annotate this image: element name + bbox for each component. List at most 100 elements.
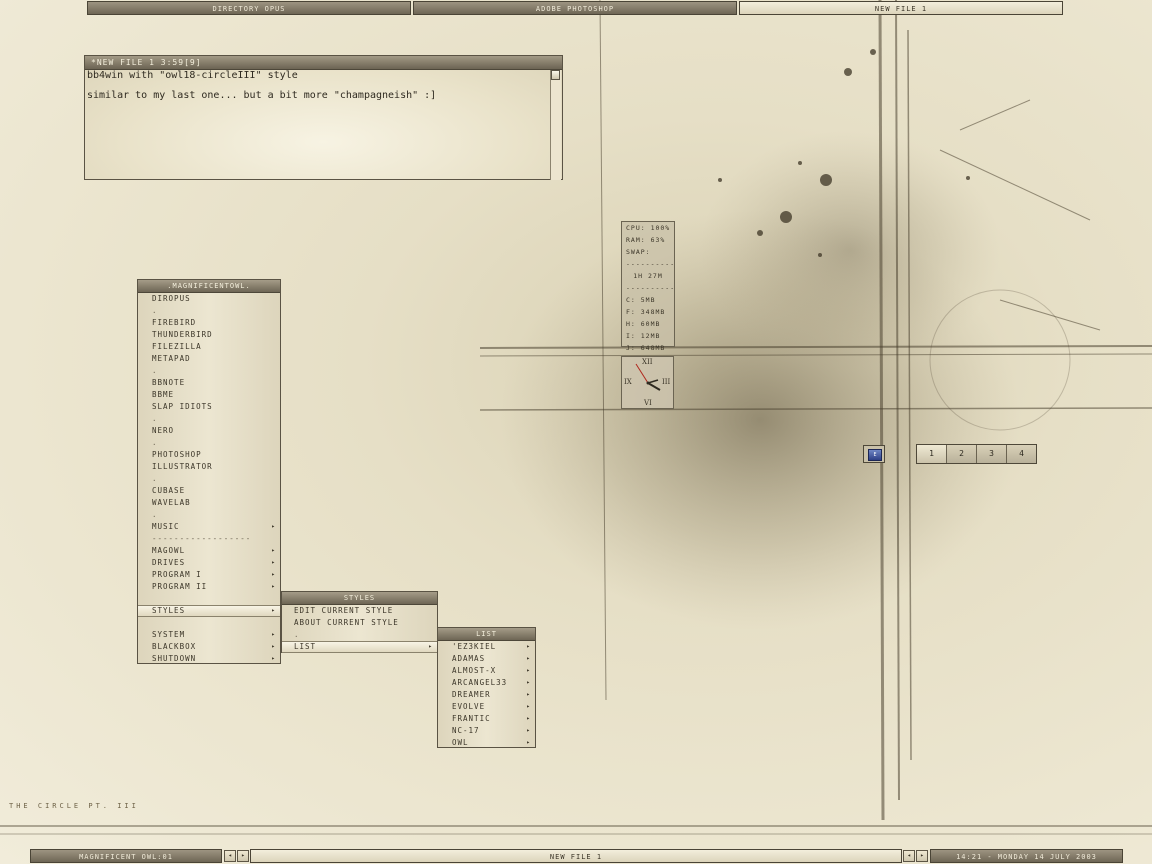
menu-item-label: FIREBIRD (152, 318, 197, 327)
drive-c-free: C: 5MB (626, 296, 656, 304)
drive-j-free: J: 648MB (626, 344, 666, 352)
menu-separator: . (138, 413, 280, 425)
menu-item-system[interactable]: SYSTEM ▸ (138, 629, 280, 641)
menu-item-nc-17[interactable]: NC-17 ▸ (438, 725, 535, 737)
menu-item-bbme[interactable]: BBME (138, 389, 280, 401)
menu-item-label: THUNDERBIRD (152, 330, 213, 339)
submenu-arrow-icon: ▸ (526, 643, 531, 650)
menu-item-adamas[interactable]: ADAMAS ▸ (438, 653, 535, 665)
menu-item-dreamer[interactable]: DREAMER ▸ (438, 689, 535, 701)
menu-item-evolve[interactable]: EVOLVE ▸ (438, 701, 535, 713)
menu-item-shutdown[interactable]: SHUTDOWN ▸ (138, 653, 280, 665)
current-task-label[interactable]: NEW FILE 1 (250, 849, 902, 863)
task-prev-button[interactable]: ◂ (903, 850, 915, 862)
menu-separator: . (294, 630, 300, 639)
menu-item-label: BBME (152, 390, 175, 399)
menu-item-label: CUBASE (152, 486, 186, 495)
submenu-arrow-icon: ▸ (526, 679, 531, 686)
menu-item-frantic[interactable]: FRANTIC ▸ (438, 713, 535, 725)
menu-item-diropus[interactable]: DIROPUS (138, 293, 280, 305)
menu-item-nero[interactable]: NERO (138, 425, 280, 437)
menu-item-label: DRIVES (152, 558, 186, 567)
task-new-file-1[interactable]: NEW FILE 1 (739, 1, 1063, 15)
submenu-arrow-icon: ▸ (526, 655, 531, 662)
submenu-arrow-icon: ▸ (526, 715, 531, 722)
menu-item-list[interactable]: LIST ▸ (282, 641, 437, 653)
workspace-prev-button[interactable]: ◂ (224, 850, 236, 862)
uptime: 1H 27M (633, 272, 663, 280)
workspace-next-button[interactable]: ▸ (237, 850, 249, 862)
menu-item-ez3kiel[interactable]: 'EZ3KIEL ▸ (438, 641, 535, 653)
workspace-label[interactable]: MAGNIFICENT OWL:01 (30, 849, 222, 863)
submenu-arrow-icon: ▸ (526, 667, 531, 674)
menu-item-drives[interactable]: DRIVES ▸ (138, 557, 280, 569)
main-menu-title[interactable]: .MAGNIFICENTOWL. (138, 280, 280, 293)
menu-item-label: ARCANGEL33 (452, 678, 508, 687)
menu-item-label: DREAMER (452, 690, 491, 699)
menu-item-music[interactable]: MUSIC ▸ (138, 521, 280, 533)
menu-item-label: PROGRAM I (152, 570, 202, 579)
menu-item-almost-x[interactable]: ALMOST-X ▸ (438, 665, 535, 677)
submenu-arrow-icon: ▸ (271, 643, 276, 650)
menu-item-metapad[interactable]: METAPAD (138, 353, 280, 365)
pager-desktop-3[interactable]: 3 (977, 445, 1007, 463)
menu-item-label: ALMOST-X (452, 666, 497, 675)
menu-item-label: NERO (152, 426, 175, 435)
pager-desktop-1[interactable]: 1 (917, 445, 947, 463)
menu-item-edit-current-style[interactable]: EDIT CURRENT STYLE (282, 605, 437, 617)
scroll-thumb[interactable] (551, 70, 560, 80)
task-next-button[interactable]: ▸ (916, 850, 928, 862)
menu-item-owl[interactable]: OWL ▸ (438, 737, 535, 749)
menu-item-blackbox[interactable]: BLACKBOX ▸ (138, 641, 280, 653)
menu-item-firebird[interactable]: FIREBIRD (138, 317, 280, 329)
menu-item-magowl[interactable]: MAGOWL ▸ (138, 545, 280, 557)
systray-app-icon[interactable]: E (868, 449, 882, 461)
systray: E (863, 445, 885, 463)
toolbar-clock[interactable]: 14:21 - MONDAY 14 JULY 2003 (930, 849, 1123, 863)
task-directory-opus[interactable]: DIRECTORY OPUS (87, 1, 411, 15)
menu-item-label: SYSTEM (152, 630, 186, 639)
menu-item-label: ADAMAS (452, 654, 486, 663)
bbnote-window[interactable]: *NEW FILE 1 3:59[9] bb4win with "owl18-c… (84, 55, 563, 180)
menu-item-wavelab[interactable]: WAVELAB (138, 497, 280, 509)
menu-item-label: WAVELAB (152, 498, 191, 507)
menu-separator: ------------------ (138, 533, 280, 545)
submenu-arrow-icon: ▸ (271, 523, 276, 530)
menu-item-photoshop[interactable]: PHOTOSHOP (138, 449, 280, 461)
note-scrollbar[interactable] (550, 70, 561, 180)
menu-item-styles[interactable]: STYLES ▸ (138, 605, 280, 617)
menu-item-label: ILLUSTRATOR (152, 462, 213, 471)
menu-item-label: METAPAD (152, 354, 191, 363)
ram-usage: RAM: 63% (626, 236, 666, 244)
separator: ---------- (626, 284, 676, 292)
menu-item-arcangel33[interactable]: ARCANGEL33 ▸ (438, 677, 535, 689)
menu-item-illustrator[interactable]: ILLUSTRATOR (138, 461, 280, 473)
pager-desktop-4[interactable]: 4 (1007, 445, 1036, 463)
menu-item-filezilla[interactable]: FILEZILLA (138, 341, 280, 353)
note-line[interactable]: bb4win with "owl18-circleIII" style (87, 70, 298, 81)
menu-item-program-ii[interactable]: PROGRAM II ▸ (138, 581, 280, 593)
menu-item-label: STYLES (152, 606, 186, 615)
task-adobe-photoshop[interactable]: ADOBE PHOTOSHOP (413, 1, 737, 15)
note-title[interactable]: *NEW FILE 1 3:59[9] (85, 56, 562, 70)
menu-item-cubase[interactable]: CUBASE (138, 485, 280, 497)
menu-separator: . (138, 305, 280, 317)
menu-item-about-current-style[interactable]: ABOUT CURRENT STYLE (282, 617, 437, 629)
menu-item-thunderbird[interactable]: THUNDERBIRD (138, 329, 280, 341)
menu-item-bbnote[interactable]: BBNOTE (138, 377, 280, 389)
menu-item-program-i[interactable]: PROGRAM I ▸ (138, 569, 280, 581)
submenu-arrow-icon: ▸ (271, 547, 276, 554)
pager-desktop-2[interactable]: 2 (947, 445, 977, 463)
menu-item-label: . (152, 510, 158, 519)
submenu-arrow-icon: ▸ (271, 571, 276, 578)
menu-item-label: . (152, 438, 158, 447)
menu-item-label: BBNOTE (152, 378, 186, 387)
menu-item-label: EVOLVE (452, 702, 486, 711)
menu-item-label: 'EZ3KIEL (452, 642, 497, 651)
menu-item-label: ------------------ (152, 534, 252, 543)
menu-item-label: DIROPUS (152, 294, 191, 303)
menu-item-label: BLACKBOX (152, 642, 197, 651)
menu-item-slap-idiots[interactable]: SLAP IDIOTS (138, 401, 280, 413)
menu-item-label: NC-17 (452, 726, 480, 735)
note-line[interactable]: similar to my last one... but a bit more… (87, 90, 436, 101)
